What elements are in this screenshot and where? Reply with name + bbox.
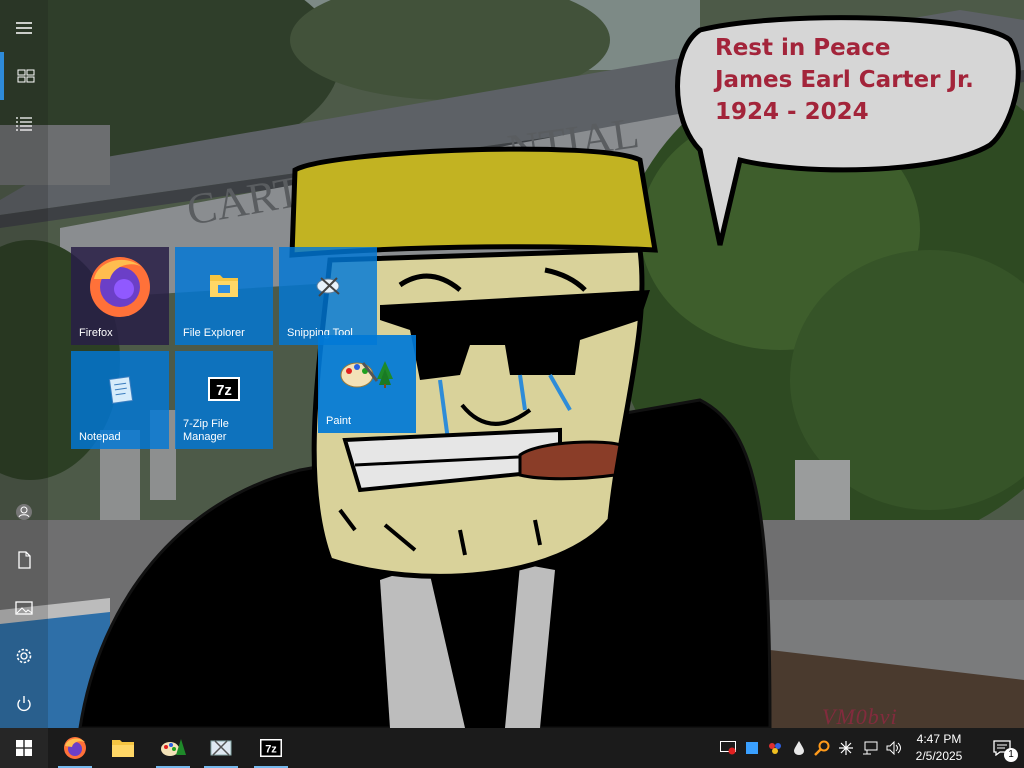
pictures-icon[interactable]: [0, 584, 48, 632]
user-account-icon[interactable]: [0, 488, 48, 536]
firefox-icon: [71, 247, 169, 323]
tile-label: 7-Zip File Manager: [183, 418, 229, 443]
settings-gear-icon[interactable]: [0, 632, 48, 680]
folder-icon: [175, 247, 273, 323]
firefox-icon: [64, 737, 86, 759]
taskbar-7zip[interactable]: 7z: [250, 728, 292, 768]
7zip-icon: 7z: [175, 351, 273, 427]
scissors-icon: [210, 740, 232, 756]
tray-snowflake-icon[interactable]: [836, 738, 856, 758]
tile-label: File Explorer: [183, 327, 245, 339]
tile-snipping-tool[interactable]: Snipping Tool: [279, 247, 377, 345]
documents-icon[interactable]: [0, 536, 48, 584]
tile-7zip[interactable]: 7z 7-Zip File Manager: [175, 351, 273, 449]
power-icon[interactable]: [0, 680, 48, 728]
taskbar-clock[interactable]: 4:47 PM 2/5/2025: [900, 731, 978, 765]
taskbar-paint[interactable]: [152, 728, 194, 768]
taskbar-file-explorer[interactable]: [102, 728, 144, 768]
paint-icon: [161, 739, 186, 756]
bubble-line-2: James Earl Carter Jr.: [715, 67, 974, 93]
tile-notepad[interactable]: Notepad: [71, 351, 169, 449]
clock-date: 2/5/2025: [915, 749, 963, 763]
tile-label: Notepad: [79, 431, 121, 443]
watermark: VM0bvi: [822, 704, 898, 729]
windows-logo-icon: [16, 740, 32, 756]
taskbar-firefox[interactable]: [54, 728, 96, 768]
all-apps-list-icon[interactable]: [0, 100, 48, 148]
hamburger-menu-icon[interactable]: [0, 4, 48, 52]
notepad-icon: [71, 351, 169, 427]
tile-paint-dragging[interactable]: Paint: [318, 335, 416, 433]
tray-security-icon[interactable]: [718, 738, 738, 758]
tray-paint-icon[interactable]: [765, 738, 785, 758]
tray-search-icon[interactable]: [812, 738, 832, 758]
clock-time: 4:47 PM: [916, 732, 962, 746]
tile-file-explorer[interactable]: File Explorer: [175, 247, 273, 345]
taskbar-snipping-tool[interactable]: [200, 728, 242, 768]
tray-droplet-icon[interactable]: [789, 738, 809, 758]
pinned-tiles-icon[interactable]: [0, 52, 48, 100]
scissors-icon: [279, 247, 377, 323]
7zip-icon: 7z: [260, 739, 282, 757]
notification-count-badge: 1: [1004, 748, 1018, 762]
svg-text:7z: 7z: [216, 382, 232, 399]
tile-label: Firefox: [79, 327, 113, 339]
tile-label: Paint: [326, 415, 352, 427]
tile-firefox[interactable]: Firefox: [71, 247, 169, 345]
action-center-button[interactable]: 1: [980, 728, 1024, 768]
tray-blue-square-icon[interactable]: [742, 738, 762, 758]
paint-icon: [318, 335, 416, 411]
bubble-line-1: Rest in Peace: [715, 35, 891, 61]
svg-text:7z: 7z: [265, 744, 277, 756]
speech-bubble-text: Rest in Peace James Earl Carter Jr. 1924…: [715, 32, 974, 128]
network-icon[interactable]: [860, 738, 880, 758]
bubble-line-3: 1924 - 2024: [715, 99, 869, 125]
start-menu-rail: [0, 0, 48, 728]
folder-icon: [112, 740, 134, 757]
taskbar: 7z 4:47 PM 2/5/2025 1: [0, 728, 1024, 768]
start-button[interactable]: [0, 728, 48, 768]
